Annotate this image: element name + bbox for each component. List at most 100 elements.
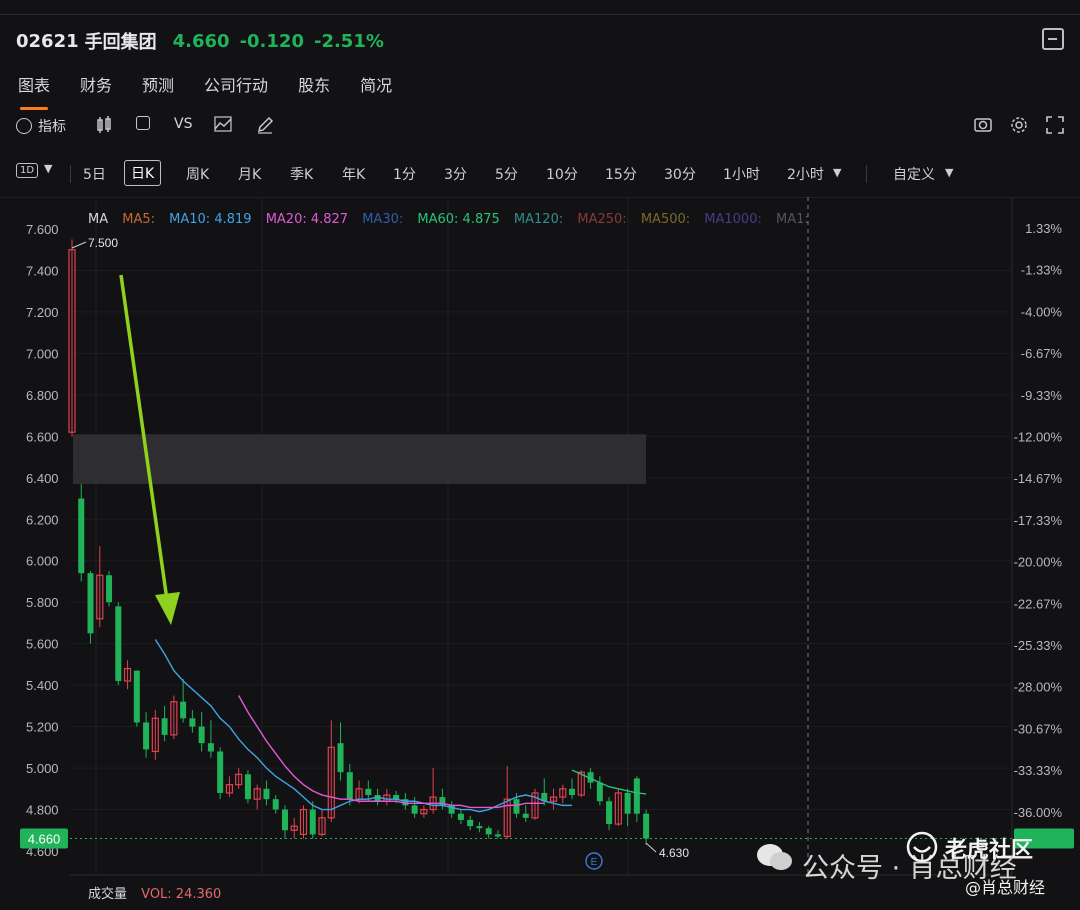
- overlay-button[interactable]: [214, 116, 232, 132]
- current-price-tag-text: 4.660: [28, 832, 61, 847]
- watermark-brand: 老虎社区: [945, 838, 1034, 863]
- indicator-label: 指标: [38, 119, 66, 135]
- candle-body: [633, 778, 640, 814]
- period-dropdown-icon[interactable]: ▼: [44, 162, 52, 175]
- price-axis-tick: 7.000: [26, 346, 59, 361]
- ma10-legend: MA10: 4.819: [169, 212, 252, 227]
- chart-settings-button[interactable]: [1010, 116, 1028, 134]
- pct-axis-tick: -22.67%: [1014, 596, 1063, 611]
- high-price-label: 7.500: [88, 236, 118, 250]
- watermark-handle: @肖总财经: [965, 878, 1046, 897]
- compare-button[interactable]: VS: [174, 116, 192, 132]
- gear-icon: [1011, 117, 1027, 133]
- period-10min[interactable]: 10分: [546, 164, 578, 184]
- ma-legend-label: MA: [88, 212, 109, 227]
- price-axis-tick: 5.800: [26, 595, 59, 610]
- ma500-legend: MA500:: [640, 212, 691, 227]
- price-axis-tick: 7.400: [26, 263, 59, 278]
- line-chart-icon: [214, 116, 232, 132]
- high-label-leader: [71, 241, 87, 249]
- candle-body: [569, 788, 576, 796]
- draw-tool-button[interactable]: [256, 116, 274, 134]
- tab-profile[interactable]: 简况: [360, 72, 392, 96]
- candle-body: [457, 813, 464, 820]
- tiger-community-icon: [906, 831, 938, 863]
- tab-corporate-actions[interactable]: 公司行动: [204, 72, 268, 96]
- pct-axis-tick: -30.67%: [1014, 721, 1063, 736]
- period-divider: [70, 165, 71, 183]
- ma250-legend: MA250:: [577, 212, 627, 227]
- candlestick-icon: [97, 116, 111, 133]
- trend-arrow-head: [155, 592, 180, 625]
- period-1d[interactable]: 1D: [16, 163, 39, 178]
- draw-rect-button[interactable]: [136, 116, 150, 130]
- pct-axis-tick: -17.33%: [1014, 513, 1063, 528]
- exit-fullscreen-icon[interactable]: [1042, 28, 1064, 50]
- period-1min[interactable]: 1分: [393, 164, 416, 184]
- pen-icon: [257, 116, 274, 134]
- candle-body: [161, 718, 168, 735]
- candle-body: [263, 788, 270, 800]
- candle-body: [272, 799, 279, 810]
- tab-finance[interactable]: 财务: [80, 72, 112, 96]
- gauge-icon: [16, 118, 32, 134]
- fullscreen-button[interactable]: [1046, 116, 1064, 134]
- period-2hour[interactable]: 2小时: [787, 164, 824, 184]
- price-axis-tick: 6.200: [26, 512, 59, 527]
- period-divider: [866, 165, 867, 183]
- indicator-button[interactable]: 指标: [16, 116, 66, 136]
- square-icon: [136, 116, 150, 130]
- pct-axis-tick: -33.33%: [1014, 763, 1063, 778]
- pct-axis-tick: -1.33%: [1021, 263, 1063, 278]
- ma60-legend: MA60: 4.875: [417, 212, 500, 227]
- period-30min[interactable]: 30分: [664, 164, 696, 184]
- screenshot-button[interactable]: [974, 116, 992, 132]
- price-gap-zone: [73, 434, 646, 485]
- tab-chart[interactable]: 图表: [18, 72, 50, 110]
- low-label-leader: [645, 842, 657, 853]
- price-axis-tick: 5.000: [26, 761, 59, 776]
- pct-axis-tick: 1.33%: [1025, 221, 1062, 236]
- candle-body: [87, 573, 94, 634]
- candle-body: [198, 726, 205, 744]
- tab-forecast[interactable]: 预测: [142, 72, 174, 96]
- ma5-legend: MA5:: [122, 212, 156, 227]
- volume-value: VOL: 24.360: [141, 887, 222, 902]
- period-5min[interactable]: 5分: [495, 164, 518, 184]
- candle-body: [476, 826, 483, 829]
- main-tabs: 图表 财务 预测 公司行动 股东 简况: [18, 72, 392, 110]
- period-week-k[interactable]: 周K: [186, 164, 209, 184]
- candle-style-button[interactable]: [96, 116, 112, 134]
- volume-label: 成交量: [88, 887, 128, 902]
- candle-body: [606, 801, 613, 825]
- period-day-k[interactable]: 日K: [124, 160, 162, 186]
- pct-axis-tick: -12.00%: [1014, 430, 1063, 445]
- pct-axis-tick: -20.00%: [1014, 555, 1063, 570]
- custom-dropdown-icon[interactable]: ▼: [945, 166, 953, 179]
- period-year-k[interactable]: 年K: [342, 164, 365, 184]
- period-15min[interactable]: 15分: [605, 164, 637, 184]
- period-more-dropdown-icon[interactable]: ▼: [833, 166, 841, 179]
- price-axis-tick: 6.400: [26, 471, 59, 486]
- period-5day[interactable]: 5日: [83, 164, 106, 184]
- period-1hour[interactable]: 1小时: [723, 164, 760, 184]
- period-quarter-k[interactable]: 季K: [290, 164, 313, 184]
- candle-body: [522, 813, 529, 818]
- price-axis-tick: 5.600: [26, 637, 59, 652]
- tab-shareholders[interactable]: 股东: [298, 72, 330, 96]
- pct-axis-tick: -4.00%: [1021, 304, 1063, 319]
- candle-body: [494, 834, 501, 837]
- candle-body: [485, 828, 492, 835]
- period-3min[interactable]: 3分: [444, 164, 467, 184]
- stock-name: 手回集团: [84, 32, 157, 53]
- pct-axis-tick: -6.67%: [1021, 346, 1063, 361]
- camera-icon: [974, 118, 992, 132]
- expand-icon: [1046, 116, 1064, 134]
- ma30-legend: MA30:: [362, 212, 404, 227]
- candle-body: [346, 772, 353, 800]
- kline-chart[interactable]: 7.600 7.400 7.200 7.000 6.800 6.600 6.400 6.200…: [0, 197, 1080, 910]
- candle-body: [337, 743, 344, 773]
- period-custom[interactable]: 自定义: [893, 164, 935, 184]
- vs-label: VS: [174, 116, 193, 132]
- period-month-k[interactable]: 月K: [238, 164, 261, 184]
